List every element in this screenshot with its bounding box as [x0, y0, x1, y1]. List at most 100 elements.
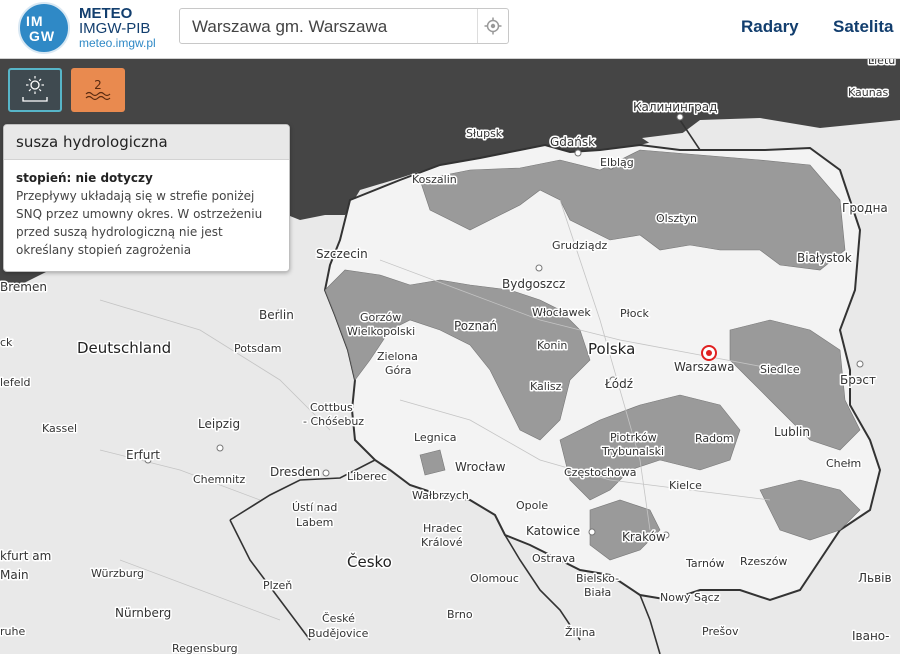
label-wurzburg: Würzburg [91, 567, 144, 580]
label-lefeld: lefeld [0, 376, 31, 389]
location-marker-icon[interactable] [701, 345, 717, 361]
label-wloclawek: Włocławek [532, 306, 591, 319]
logo-text-top: IM [26, 13, 44, 29]
nav-radary[interactable]: Radary [741, 17, 799, 37]
label-szczecin: Szczecin [316, 247, 368, 261]
label-bielsko: Bielsko- [576, 572, 619, 585]
label-regensburg: Regensburg [172, 642, 238, 654]
label-liberec: Liberec [347, 470, 387, 483]
brand-url: meteo.imgw.pl [79, 36, 156, 50]
label-lublin: Lublin [774, 425, 810, 439]
label-potsdam: Potsdam [234, 342, 281, 355]
label-kalisz: Kalisz [530, 380, 562, 393]
label-lviv: Львів [858, 571, 892, 585]
label-legnica: Legnica [414, 431, 457, 444]
label-brno: Brno [447, 608, 473, 621]
label-olsztyn: Olsztyn [656, 212, 697, 225]
label-hradec: Hradec [423, 522, 462, 535]
label-plzen: Plzeň [263, 579, 292, 592]
logo-text-bottom: GW [29, 28, 56, 44]
label-kielce: Kielce [669, 479, 702, 492]
popup-level: stopień: nie dotyczy [16, 171, 153, 185]
label-berlin: Berlin [259, 308, 294, 322]
label-main: Main [0, 568, 29, 582]
label-frankfurt: kfurt am [0, 549, 51, 563]
search-input[interactable] [190, 9, 484, 45]
nav-satelita[interactable]: Satelita [833, 17, 893, 37]
warning-level-badge[interactable]: 2 [71, 68, 125, 112]
label-leipzig: Leipzig [198, 417, 240, 431]
label-wroclaw: Wrocław [455, 460, 506, 474]
label-warszawa: Warszawa [674, 360, 734, 374]
label-lodz: Łódź [604, 377, 633, 391]
label-katowice: Katowice [526, 524, 580, 538]
popup-title: susza hydrologiczna [4, 125, 289, 160]
label-cottbus: Cottbus [310, 401, 353, 414]
label-brest: Брэст [840, 373, 876, 387]
label-radom: Radom [695, 432, 734, 445]
brand-name: METEO [79, 5, 133, 22]
label-lietu: Lietu [868, 58, 895, 67]
brand[interactable]: METEO IMGW-PIB meteo.imgw.pl [79, 6, 156, 51]
label-slupsk: Słupsk [466, 127, 503, 140]
label-dresden: Dresden [270, 465, 320, 479]
label-labem: Labem [296, 516, 333, 529]
label-wielkopolski: Wielkopolski [347, 325, 415, 338]
label-usti: Ústí nad [292, 501, 337, 514]
locate-me-icon[interactable] [477, 9, 508, 43]
label-chemnitz: Chemnitz [193, 473, 245, 486]
label-koszalin: Koszalin [412, 173, 457, 186]
label-nowysacz: Nowy Sącz [660, 591, 720, 604]
imgw-logo[interactable]: IM GW [18, 2, 70, 54]
label-olomouc: Olomouc [470, 572, 519, 585]
label-ruhe: ruhe [0, 625, 25, 638]
label-elblag: Elbląg [600, 156, 634, 169]
label-ceske: České [322, 612, 355, 625]
label-plock: Płock [620, 307, 650, 320]
label-tarnow: Tarnów [685, 557, 725, 570]
label-bremen: Bremen [0, 280, 47, 294]
label-deutschland: Deutschland [77, 339, 171, 357]
label-chosebuz: - Chóśebuz [303, 415, 364, 428]
label-grodna: Гродна [842, 201, 888, 215]
label-nurnberg: Nürnberg [115, 606, 171, 620]
label-czestochowa: Częstochowa [564, 466, 636, 479]
label-gora: Góra [385, 364, 412, 377]
label-gorzow: Gorzów [360, 311, 401, 324]
label-zielona: Zielona [377, 350, 418, 363]
label-polska: Polska [588, 340, 635, 358]
label-rzeszow: Rzeszów [740, 555, 787, 568]
label-kaliningrad: Калининград [633, 100, 717, 114]
label-ivano: Івано- [852, 629, 889, 643]
warning-popup: susza hydrologiczna stopień: nie dotyczy… [3, 124, 290, 272]
label-biala: Biała [584, 586, 611, 599]
label-gdansk: Gdańsk [550, 135, 595, 149]
label-poznan: Poznań [454, 319, 497, 333]
drought-layer-toggle[interactable] [8, 68, 62, 112]
label-cesko: Česko [347, 552, 392, 571]
label-piotrkow: Piotrków [610, 431, 657, 444]
label-walbrzych: Wałbrzych [412, 489, 469, 502]
sun-icon [22, 76, 48, 102]
label-konin: Konin [537, 339, 567, 352]
warning-level-value: 2 [94, 78, 102, 92]
label-erfurt: Erfurt [126, 448, 160, 462]
label-ostrava: Ostrava [532, 552, 575, 565]
label-chelm: Chełm [826, 457, 861, 470]
label-kassel: Kassel [42, 422, 77, 435]
location-search [179, 8, 509, 45]
label-ck: ck [0, 336, 13, 349]
label-trybunalski: Trybunalski [601, 445, 664, 458]
label-opole: Opole [516, 499, 548, 512]
label-kralove: Králové [421, 536, 463, 549]
label-grudziadz: Grudziądz [552, 239, 608, 252]
water-waves-icon: 2 [85, 78, 111, 101]
label-kaunas: Kaunas [848, 86, 888, 99]
label-zilina: Žilina [565, 626, 595, 639]
label-budejovice: Budějovice [308, 627, 369, 640]
label-krakow: Kraków [622, 530, 666, 544]
popup-description: Przepływy układają się w strefie poniżej… [16, 189, 263, 257]
brand-org: IMGW-PIB [79, 20, 151, 37]
label-presov: Prešov [702, 625, 739, 638]
app-header: IM GW METEO IMGW-PIB meteo.imgw.pl Radar… [0, 0, 900, 59]
